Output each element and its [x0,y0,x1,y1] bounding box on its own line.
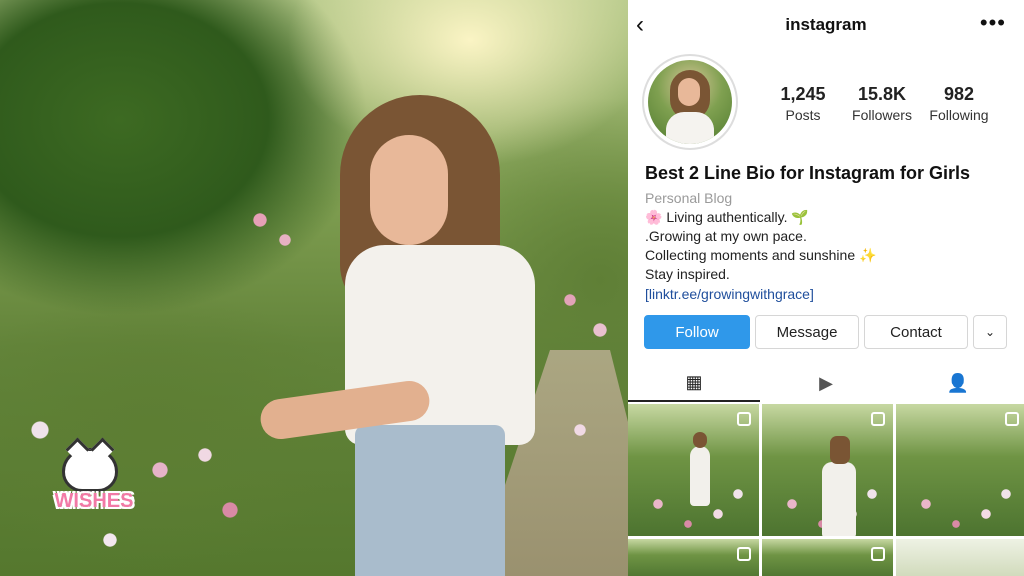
post-thumbnail[interactable] [628,404,759,536]
cat-mascot-icon [62,448,118,492]
post-figure [822,436,856,536]
post-thumbnail[interactable] [762,539,893,576]
bio-line: .Growing at my own pace. [645,228,807,244]
avatar-image [648,60,732,144]
tagged-icon: 👤 [946,372,970,393]
bio-line: 🌸 Living authentically. 🌱 [645,209,809,225]
stat-number: 15.8K [857,84,907,104]
avatar-shirt [666,112,714,144]
stat-number: 982 [943,84,975,104]
multi-post-icon [1005,412,1019,426]
bio-line: Collecting moments and sunshine ✨ [645,247,877,263]
post-thumbnail[interactable] [628,539,759,576]
multi-post-icon [871,547,885,561]
suggested-dropdown-button[interactable]: ⌄ [973,315,1007,349]
stat-posts[interactable]: 1,245 Posts [768,84,838,123]
multi-post-icon [871,412,885,426]
reels-icon: ▶ [819,372,833,393]
post-grid [628,404,1024,576]
face [370,135,448,245]
contact-button[interactable]: Contact [864,315,968,349]
more-options-icon[interactable]: ••• [980,10,1006,36]
profile-bio: Best 2 Line Bio for Instagram for Girls … [645,163,1015,302]
profile-avatar[interactable] [642,54,738,150]
stat-label: Following [929,107,989,123]
stat-label: Followers [852,107,912,123]
wishes-watermark: WISHES [54,490,134,512]
tab-posts-grid[interactable]: ▦ [628,364,760,402]
wishes-logo: WISHES [44,448,144,518]
post-thumbnail[interactable] [896,404,1024,536]
stat-following[interactable]: 982 Following [922,84,996,123]
tab-tagged[interactable]: 👤 [892,364,1024,402]
stat-followers[interactable]: 15.8K Followers [842,84,922,123]
header-title: instagram [785,15,867,34]
profile-name: Best 2 Line Bio for Instagram for Girls [645,163,971,183]
multi-post-icon [737,547,751,561]
post-figure [690,432,710,506]
bio-link[interactable]: [linktr.ee/growingwithgrace] [645,286,1015,302]
tab-reels[interactable]: ▶ [760,364,892,402]
follow-button[interactable]: Follow [644,315,750,349]
stat-label: Posts [785,107,821,123]
woman-figure [258,95,540,576]
garden-photo: WISHES [0,0,628,576]
stat-number: 1,245 [780,84,826,104]
profile-tabs: ▦ ▶ 👤 [628,364,1024,402]
jeans [355,425,505,576]
top-bar: ‹ instagram ••• [628,0,1024,50]
multi-post-icon [737,412,751,426]
bio-line: Stay inspired. [645,266,730,282]
avatar-face [678,78,700,106]
profile-actions: Follow Message Contact ⌄ [644,315,1007,349]
post-thumbnail[interactable] [896,539,1024,576]
message-button[interactable]: Message [755,315,859,349]
grid-icon: ▦ [685,371,703,392]
instagram-profile-panel: ‹ instagram ••• 1,245 Posts 15.8K Follow… [628,0,1024,576]
post-thumbnail[interactable] [762,404,893,536]
profile-stats: 1,245 Posts 15.8K Followers 982 Followin… [768,84,996,123]
profile-category: Personal Blog [645,190,733,206]
